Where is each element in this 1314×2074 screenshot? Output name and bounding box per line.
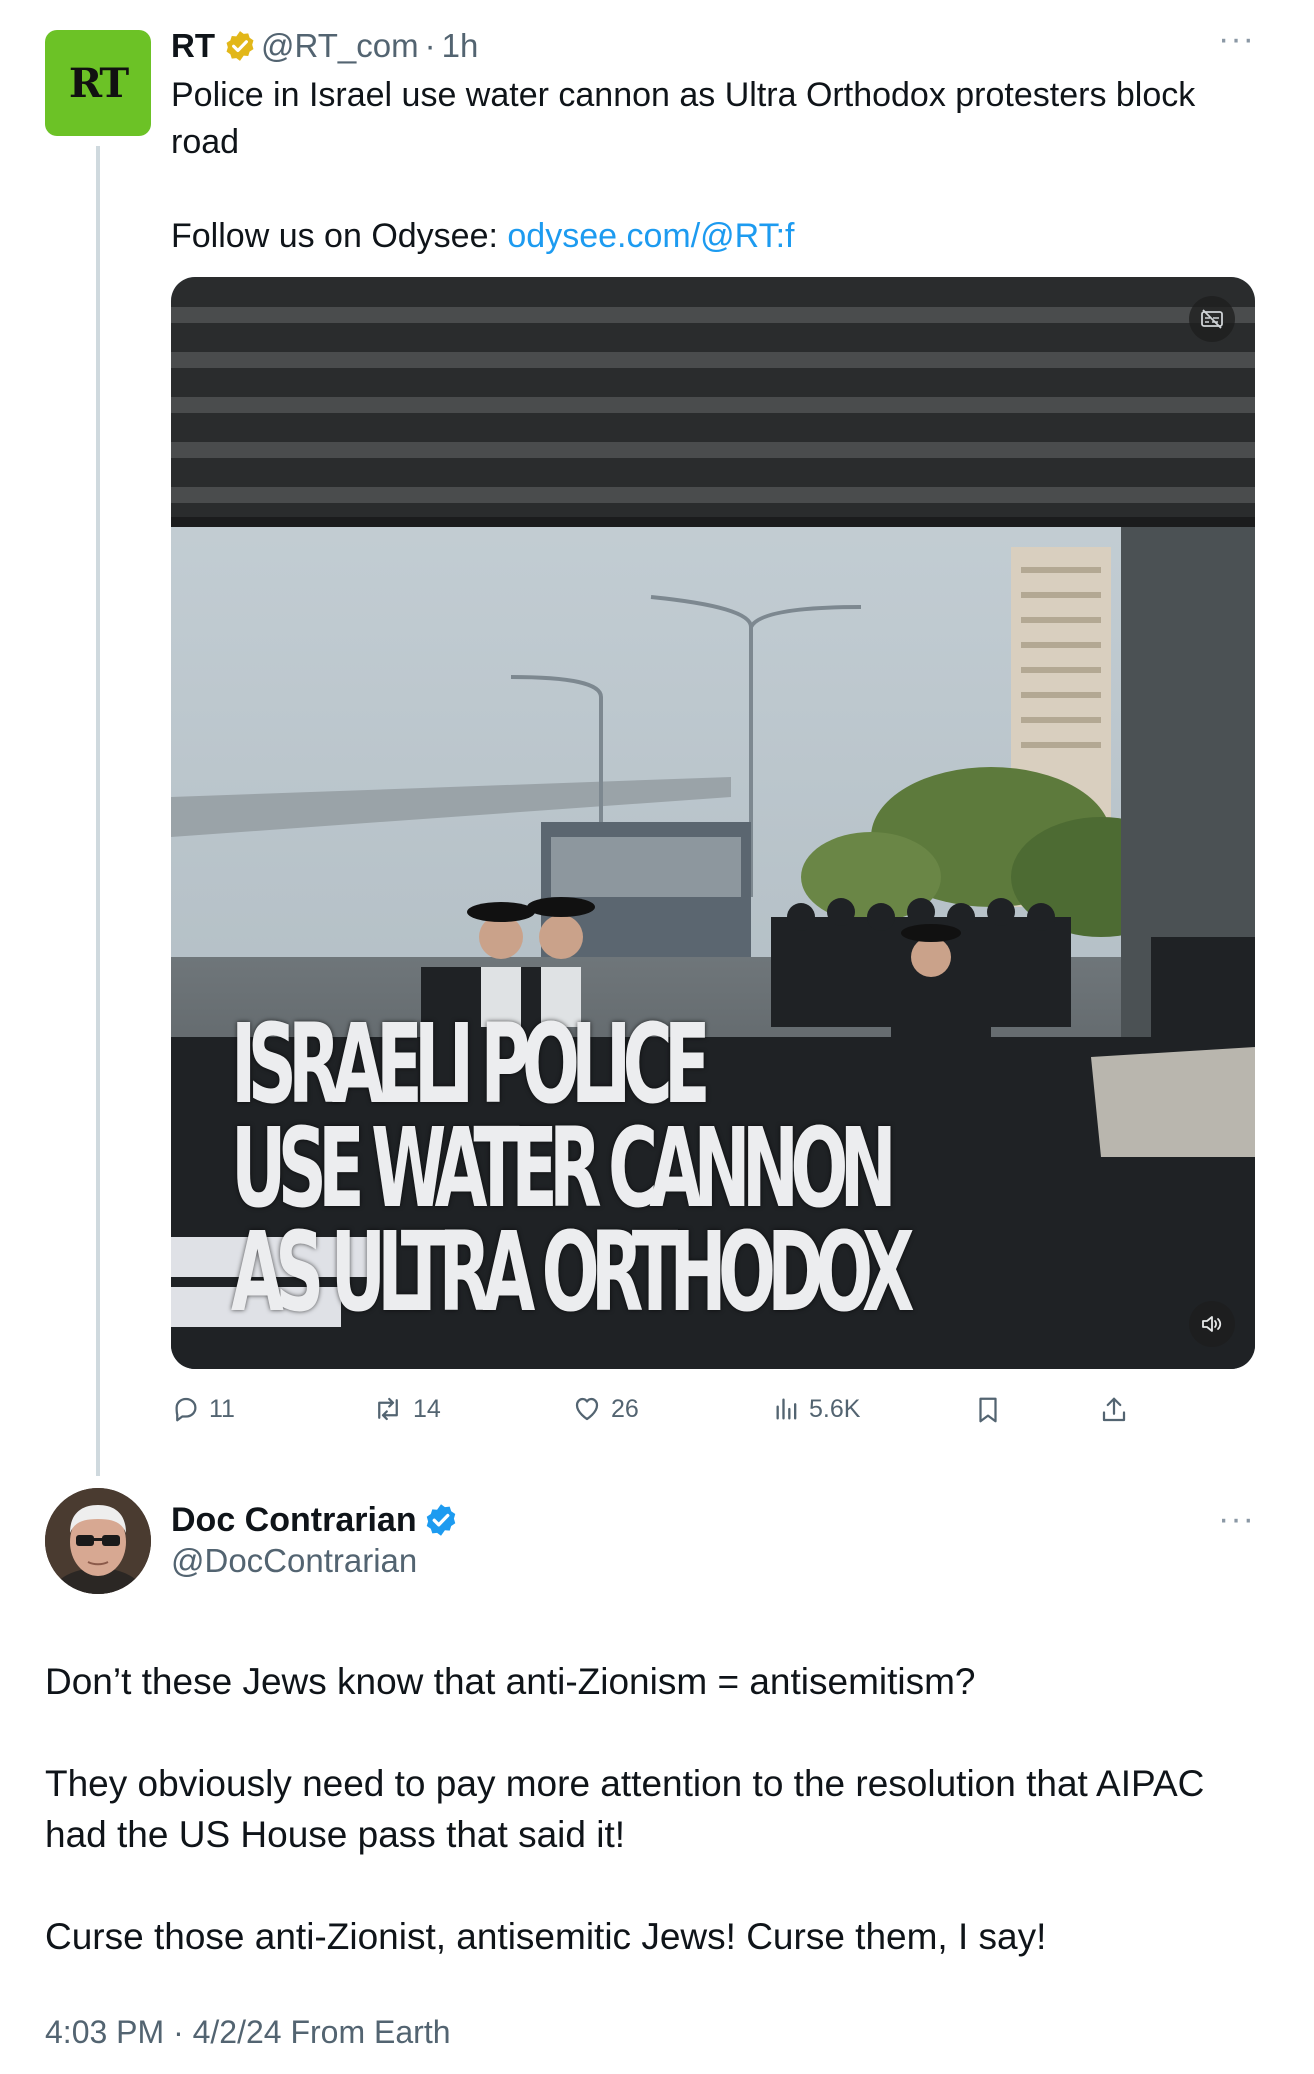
share-button[interactable] (1099, 1394, 1137, 1426)
verified-gold-badge-icon (226, 31, 254, 61)
heart-icon (575, 1397, 599, 1421)
more-options-icon[interactable]: ··· (1218, 1500, 1255, 1539)
analytics-icon (776, 1398, 797, 1420)
follow-prefix: Follow us on Odysee: (171, 217, 508, 255)
reply-text: Don’t these Jews know that anti-Zionism … (45, 1656, 1275, 2013)
parent-tweet-header: RT @RT_com · 1h (171, 24, 478, 68)
like-count: 26 (611, 1394, 639, 1423)
caption-line-2: USE WATER CANNON (231, 1104, 897, 1232)
caption-line-1: ISRAELI POLICE (231, 1000, 711, 1128)
reply-count: 11 (209, 1394, 235, 1423)
thread-connector-line (96, 146, 100, 1476)
tweet-timestamp[interactable]: 4:03 PM · 4/2/24 From Earth (45, 2014, 451, 2051)
share-icon (1102, 1397, 1126, 1422)
speaker-glyph-icon (1202, 1316, 1222, 1332)
reply-paragraph-2: They obviously need to pay more attentio… (45, 1763, 1205, 1855)
tweet-follow-line: Follow us on Odysee: odysee.com/@RT:f (171, 213, 1231, 260)
bookmark-button[interactable] (973, 1394, 1011, 1426)
odysee-link[interactable]: odysee.com/@RT:f (507, 217, 794, 255)
view-count: 5.6K (809, 1394, 861, 1423)
reply-button[interactable]: 11 (171, 1394, 235, 1424)
reply-paragraph-3: Curse those anti-Zionist, antisemitic Je… (45, 1916, 1047, 1957)
reply-header: Doc Contrarian (171, 1498, 459, 1542)
cc-glyph-icon (1201, 309, 1223, 329)
tweet-action-bar: 11 14 26 5.6K (171, 1390, 1171, 1434)
repost-button[interactable]: 14 (371, 1394, 441, 1424)
video-caption: ISRAELI POLICE USE WATER CANNON AS ULTRA… (231, 1000, 915, 1336)
more-options-icon[interactable]: ··· (1218, 20, 1255, 59)
tweet-text: Police in Israel use water cannon as Ult… (171, 72, 1231, 260)
repost-icon (378, 1397, 398, 1421)
repost-count: 14 (413, 1394, 441, 1423)
rt-avatar[interactable]: RT (45, 30, 151, 136)
tweet-time[interactable]: 1h (442, 27, 479, 65)
like-button[interactable]: 26 (571, 1394, 639, 1424)
rt-logo-text: RT (68, 59, 129, 107)
reply-icon (175, 1397, 197, 1422)
reply-paragraph-1: Don’t these Jews know that anti-Zionism … (45, 1661, 976, 1702)
author-handle[interactable]: @RT_com (261, 27, 419, 65)
views-button[interactable]: 5.6K (773, 1394, 860, 1424)
profile-photo (45, 1488, 151, 1594)
volume-icon[interactable] (1189, 1301, 1235, 1347)
captions-off-icon[interactable] (1189, 296, 1235, 342)
verified-blue-badge-icon (426, 1504, 455, 1536)
bookmark-icon (979, 1397, 997, 1423)
caption-line-3: AS ULTRA ORTHODOX (231, 1208, 915, 1336)
tweet-body: Police in Israel use water cannon as Ult… (171, 76, 1196, 161)
doc-contrarian-avatar[interactable] (45, 1488, 151, 1594)
author-handle[interactable]: @DocContrarian (171, 1542, 417, 1580)
separator-dot: · (424, 27, 436, 64)
author-name[interactable]: Doc Contrarian (171, 1501, 417, 1540)
author-name[interactable]: RT (171, 27, 215, 65)
video-player[interactable]: ISRAELI POLICE USE WATER CANNON AS ULTRA… (171, 277, 1255, 1369)
